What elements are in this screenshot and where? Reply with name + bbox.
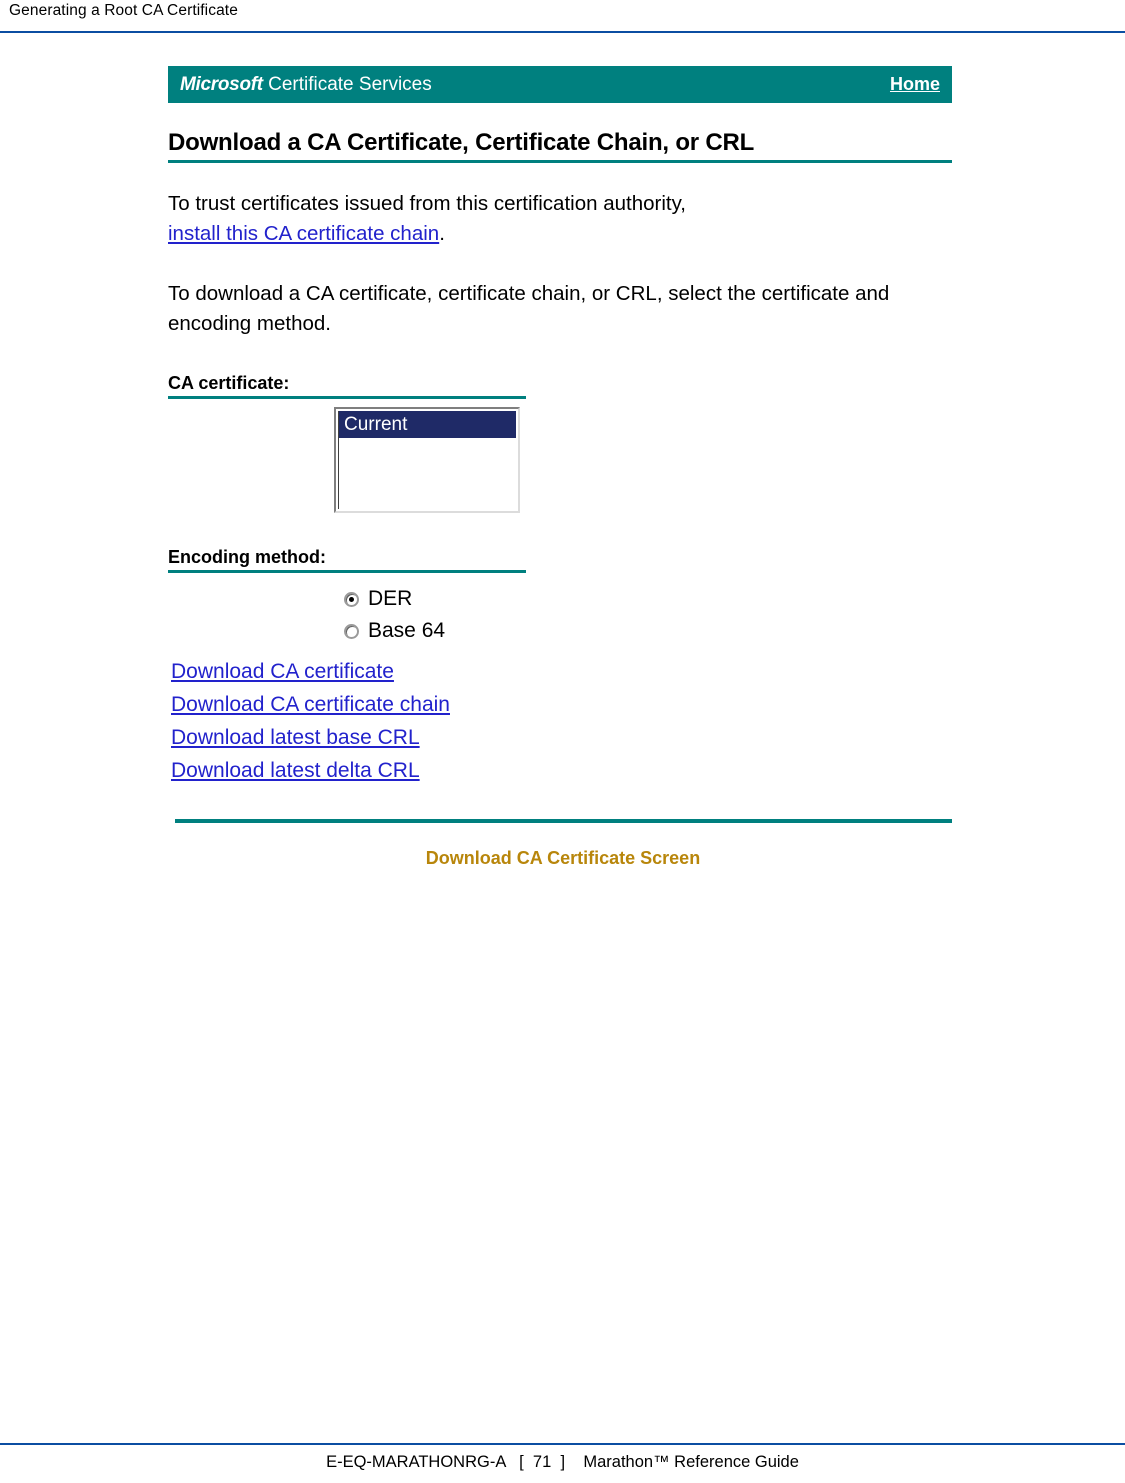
trust-instructions-paragraph: To trust certificates issued from this c… bbox=[168, 189, 898, 249]
encoding-method-divider bbox=[168, 570, 526, 573]
certificate-services-screenshot: Microsoft Certificate Services Home Down… bbox=[168, 66, 958, 823]
ca-certificate-listbox-inner: Current bbox=[338, 411, 516, 509]
screenshot-bottom-divider bbox=[175, 819, 952, 823]
encoding-option-der[interactable]: DER bbox=[344, 583, 958, 615]
ca-certificate-label: CA certificate: bbox=[168, 373, 290, 393]
encoding-option-base64[interactable]: Base 64 bbox=[344, 615, 958, 647]
brand-product: Certificate Services bbox=[262, 74, 432, 95]
encoding-method-radio-group: DER Base 64 bbox=[168, 583, 958, 647]
page-running-head: Generating a Root CA Certificate bbox=[0, 0, 1125, 34]
page-title: Download a CA Certificate, Certificate C… bbox=[168, 129, 755, 156]
ca-certificate-section: CA certificate: bbox=[168, 373, 526, 399]
brand-microsoft: Microsoft bbox=[180, 74, 263, 95]
encoding-option-base64-label: Base 64 bbox=[368, 619, 446, 642]
encoding-option-der-label: DER bbox=[368, 587, 413, 610]
footer-text: E-EQ-MARATHONRG-A [ 71 ] Marathon™ Refer… bbox=[326, 1453, 799, 1471]
download-latest-base-crl-link[interactable]: Download latest base CRL bbox=[171, 721, 958, 754]
cert-services-banner: Microsoft Certificate Services Home bbox=[168, 66, 952, 103]
download-latest-delta-crl-link[interactable]: Download latest delta CRL bbox=[171, 754, 958, 787]
trust-instructions-text: To trust certificates issued from this c… bbox=[168, 192, 687, 215]
running-head-title: Generating a Root CA Certificate bbox=[9, 2, 238, 19]
ca-certificate-listbox[interactable]: Current bbox=[334, 407, 520, 513]
header-divider bbox=[0, 31, 1125, 33]
radio-selected-icon[interactable] bbox=[344, 591, 359, 607]
download-instructions-paragraph: To download a CA certificate, certificat… bbox=[168, 282, 890, 335]
trust-instructions-period: . bbox=[439, 222, 445, 245]
figure-caption: Download CA Certificate Screen bbox=[425, 848, 701, 868]
heading-divider bbox=[168, 160, 952, 163]
install-ca-certificate-chain-link[interactable]: install this CA certificate chain bbox=[168, 222, 439, 245]
download-ca-certificate-link[interactable]: Download CA certificate bbox=[171, 655, 958, 688]
radio-unselected-icon[interactable] bbox=[344, 623, 359, 639]
home-link[interactable]: Home bbox=[890, 74, 940, 95]
cert-services-brand: Microsoft Certificate Services bbox=[180, 74, 432, 96]
footer-divider bbox=[0, 1443, 1125, 1445]
download-links-list: Download CA certificate Download CA cert… bbox=[168, 655, 958, 787]
download-ca-certificate-chain-link[interactable]: Download CA certificate chain bbox=[171, 688, 958, 721]
encoding-method-label: Encoding method: bbox=[168, 547, 326, 567]
encoding-method-section: Encoding method: bbox=[168, 547, 526, 573]
ca-certificate-divider bbox=[168, 396, 526, 399]
page-footer: E-EQ-MARATHONRG-A [ 71 ] Marathon™ Refer… bbox=[0, 1429, 1125, 1483]
ca-certificate-option-current[interactable]: Current bbox=[339, 411, 516, 438]
ca-certificate-listbox-row: Current bbox=[168, 407, 958, 513]
